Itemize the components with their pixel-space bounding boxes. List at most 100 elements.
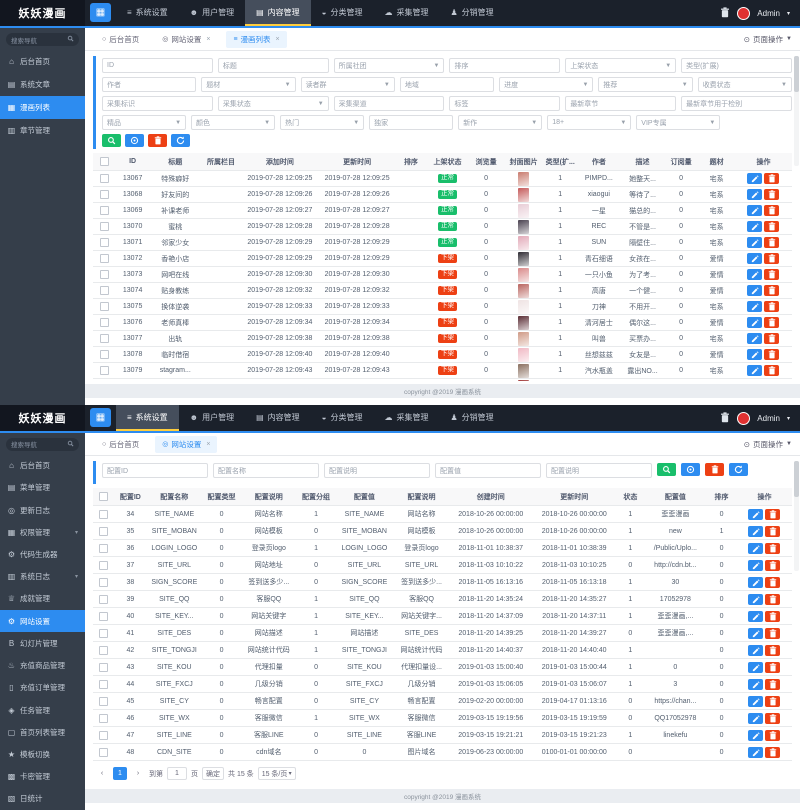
- filter-select-进度[interactable]: 进度▼: [499, 77, 593, 92]
- sidebar-item-更新日志[interactable]: ◎更新日志: [0, 499, 85, 521]
- row-checkbox[interactable]: [100, 206, 109, 215]
- page-action-dropdown[interactable]: ⊙ 页面操作 ▼: [744, 34, 792, 45]
- filter-input-配置名称[interactable]: 配置名称: [213, 463, 319, 478]
- row-checkbox[interactable]: [99, 510, 108, 519]
- edit-button[interactable]: [748, 543, 763, 554]
- filter-select-颜色[interactable]: 颜色▼: [191, 115, 275, 130]
- edit-button[interactable]: [748, 713, 763, 724]
- sidebar-item-后台首页[interactable]: ⌂后台首页: [0, 455, 85, 477]
- filter-input-标签[interactable]: 标签: [449, 96, 560, 111]
- row-checkbox[interactable]: [100, 318, 109, 327]
- edit-button[interactable]: [748, 526, 763, 537]
- menu-item-采集管理[interactable]: ☁采集管理: [374, 405, 440, 431]
- filter-input-采集标识[interactable]: 采集标识: [102, 96, 213, 111]
- edit-button[interactable]: [748, 696, 763, 707]
- delete-row-button[interactable]: [765, 645, 780, 656]
- filter-select-18+[interactable]: 18+▼: [547, 115, 631, 130]
- menu-item-采集管理[interactable]: ☁采集管理: [374, 0, 440, 26]
- delete-row-button[interactable]: [765, 696, 780, 707]
- edit-button[interactable]: [747, 333, 762, 344]
- cover-thumbnail[interactable]: [518, 332, 529, 346]
- row-checkbox[interactable]: [99, 731, 108, 740]
- row-checkbox[interactable]: [99, 663, 108, 672]
- delete-row-button[interactable]: [765, 526, 780, 537]
- cover-thumbnail[interactable]: [518, 348, 529, 362]
- filter-input-最新章节用于检别[interactable]: 最新章节用于检别: [681, 96, 792, 111]
- sidebar-item-权限管理[interactable]: ▦权限管理▾: [0, 521, 85, 543]
- edit-button[interactable]: [748, 577, 763, 588]
- prev-page-button[interactable]: ‹: [95, 767, 109, 780]
- delete-row-button[interactable]: [764, 365, 779, 376]
- filter-select-VIP专属[interactable]: VIP专属▼: [636, 115, 720, 130]
- trash-icon[interactable]: [720, 412, 730, 425]
- batch-delete-button[interactable]: [705, 463, 724, 476]
- delete-row-button[interactable]: [764, 317, 779, 328]
- edit-button[interactable]: [748, 611, 763, 622]
- menu-item-用户管理[interactable]: ☻用户管理: [179, 0, 245, 26]
- row-checkbox[interactable]: [99, 646, 108, 655]
- delete-row-button[interactable]: [765, 594, 780, 605]
- filter-select-推荐[interactable]: 推荐▼: [598, 77, 692, 92]
- scrollbar[interactable]: [794, 461, 799, 571]
- delete-row-button[interactable]: [764, 349, 779, 360]
- scrollbar[interactable]: [794, 56, 799, 166]
- row-checkbox[interactable]: [99, 612, 108, 621]
- row-checkbox[interactable]: [99, 748, 108, 757]
- filter-input-最新章节[interactable]: 最新章节: [565, 96, 676, 111]
- select-all-checkbox[interactable]: [100, 157, 109, 166]
- menu-item-分销管理[interactable]: ♟分销管理: [440, 0, 505, 26]
- filter-input-配置说明[interactable]: 配置说明: [324, 463, 430, 478]
- sidebar-item-日统计[interactable]: ▧日统计: [0, 788, 85, 810]
- cover-thumbnail[interactable]: [518, 172, 529, 186]
- row-checkbox[interactable]: [100, 270, 109, 279]
- filter-select-所属社团[interactable]: 所属社团▼: [334, 58, 445, 73]
- sidebar-item-充值订单管理[interactable]: ▯充值订单管理: [0, 677, 85, 699]
- tab-网站设置[interactable]: ◎网站设置×: [155, 436, 217, 453]
- search-button[interactable]: [657, 463, 676, 476]
- sidebar-item-后台首页[interactable]: ⌂后台首页: [0, 50, 85, 73]
- delete-row-button[interactable]: [764, 301, 779, 312]
- row-checkbox[interactable]: [99, 680, 108, 689]
- menu-item-系统设置[interactable]: ≡系统设置: [116, 405, 179, 431]
- jump-page-input[interactable]: 1: [167, 767, 187, 780]
- cover-thumbnail[interactable]: [518, 188, 529, 202]
- jump-confirm-button[interactable]: 确定: [202, 767, 224, 780]
- sidebar-search-input[interactable]: 搜索导航: [6, 438, 79, 451]
- delete-row-button[interactable]: [764, 173, 779, 184]
- edit-button[interactable]: [747, 173, 762, 184]
- sidebar-item-代码生成器[interactable]: ⚙代码生成器: [0, 543, 85, 565]
- edit-button[interactable]: [747, 237, 762, 248]
- avatar[interactable]: [737, 7, 750, 20]
- sidebar-item-菜单管理[interactable]: ▤菜单管理: [0, 477, 85, 499]
- row-checkbox[interactable]: [99, 714, 108, 723]
- filter-input-作者[interactable]: 作者: [102, 77, 196, 92]
- filter-input-地域[interactable]: 地域: [400, 77, 494, 92]
- edit-button[interactable]: [747, 365, 762, 376]
- filter-input-配置说明[interactable]: 配置说明: [546, 463, 652, 478]
- edit-button[interactable]: [747, 317, 762, 328]
- menu-item-内容管理[interactable]: ▤内容管理: [245, 405, 311, 431]
- row-checkbox[interactable]: [99, 578, 108, 587]
- delete-row-button[interactable]: [764, 221, 779, 232]
- cover-thumbnail[interactable]: [518, 316, 529, 330]
- scrollbar-thumb[interactable]: [794, 461, 799, 497]
- sidebar-item-系统文章[interactable]: ▤系统文章: [0, 73, 85, 96]
- delete-row-button[interactable]: [764, 253, 779, 264]
- row-checkbox[interactable]: [99, 697, 108, 706]
- delete-row-button[interactable]: [764, 205, 779, 216]
- page-size-select[interactable]: 15 条/页▾: [258, 767, 296, 780]
- sidebar-item-模板切换[interactable]: ★模板切换: [0, 743, 85, 765]
- cover-thumbnail[interactable]: [518, 284, 529, 298]
- row-checkbox[interactable]: [100, 366, 109, 375]
- sidebar-item-系统日志[interactable]: ▥系统日志▾: [0, 566, 85, 588]
- filter-select-精品[interactable]: 精品▼: [102, 115, 186, 130]
- row-checkbox[interactable]: [100, 238, 109, 247]
- delete-row-button[interactable]: [765, 679, 780, 690]
- edit-button[interactable]: [747, 285, 762, 296]
- edit-button[interactable]: [748, 509, 763, 520]
- cover-thumbnail[interactable]: [518, 220, 529, 234]
- search-button[interactable]: [102, 134, 121, 147]
- menu-item-分类管理[interactable]: ◒分类管理: [311, 0, 374, 26]
- row-checkbox[interactable]: [100, 334, 109, 343]
- row-checkbox[interactable]: [100, 350, 109, 359]
